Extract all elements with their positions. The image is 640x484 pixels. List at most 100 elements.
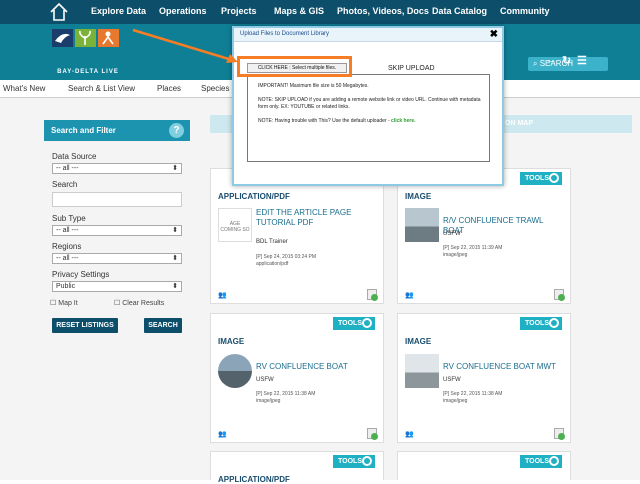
- card-mime: image/jpeg: [443, 252, 468, 258]
- nav-explore-data[interactable]: Explore Data: [91, 6, 146, 16]
- skip-upload-note: NOTE: SKIP UPLOAD if you are adding a re…: [258, 97, 481, 110]
- group-icon[interactable]: 👥: [218, 291, 227, 299]
- map-it-label: Map It: [58, 300, 78, 307]
- nav-photos-videos-docs[interactable]: Photos, Videos, Docs: [337, 6, 429, 16]
- gear-icon: [362, 456, 372, 466]
- map-it-checkbox[interactable]: ☐ Map It: [50, 299, 78, 307]
- nav-maps-gis[interactable]: Maps & GIS: [274, 6, 324, 16]
- tools-button[interactable]: TOOLS: [333, 317, 375, 330]
- card-thumbnail[interactable]: AGE COMING SO: [218, 208, 252, 242]
- gear-icon: [549, 456, 559, 466]
- trouble-note-text: NOTE: Having trouble with This? Use the …: [258, 118, 392, 124]
- card-user: USFW: [256, 377, 274, 383]
- gear-icon: [549, 318, 559, 328]
- gear-icon: [549, 173, 559, 183]
- search-button[interactable]: SEARCH: [144, 318, 182, 333]
- search-filter-panel: Search and Filter ? Data Source -- all -…: [44, 120, 190, 340]
- regions-value: -- all ---: [56, 255, 79, 262]
- bay-delta-logo[interactable]: BAY-DELTA LIVE: [52, 27, 124, 79]
- tools-button[interactable]: TOOLS: [520, 317, 562, 330]
- tab-on-map[interactable]: ON MAP: [505, 120, 533, 127]
- data-source-select[interactable]: -- all --- ⬍: [52, 163, 182, 174]
- result-card[interactable]: TOOLS APPLICATION/PDF: [210, 451, 384, 484]
- select-arrow-icon: ⬍: [172, 227, 178, 234]
- refresh-icon[interactable]: ↻: [562, 54, 571, 67]
- card-mime: application/pdf: [256, 261, 289, 267]
- result-card[interactable]: TOOLS APPLICATION/PDF AGE COMING SO EDIT…: [210, 168, 384, 304]
- logo-text: BAY-DELTA LIVE: [57, 69, 119, 75]
- nav-operations[interactable]: Operations: [159, 6, 207, 16]
- download-icon[interactable]: [367, 289, 378, 301]
- group-icon[interactable]: 👥: [218, 430, 227, 438]
- dialog-title-bar[interactable]: Upload Files to Document Library ✖: [234, 28, 502, 42]
- back-arrow-icon[interactable]: ←: [546, 54, 557, 66]
- trouble-note: NOTE: Having trouble with This? Use the …: [258, 118, 489, 125]
- nav-data-catalog[interactable]: Data Catalog: [432, 6, 487, 16]
- bird-icon: [52, 29, 73, 47]
- data-source-value: -- all ---: [56, 165, 79, 172]
- tools-label: TOOLS: [525, 458, 549, 465]
- card-type: IMAGE: [405, 192, 432, 201]
- result-card[interactable]: TOOLS IMAGE R/V CONFLUENCE TRAWL BOAT US…: [397, 168, 571, 304]
- gear-icon: [362, 318, 372, 328]
- download-icon[interactable]: [554, 428, 565, 440]
- panel-title: Search and Filter: [51, 126, 116, 135]
- search-icon: ⌕: [533, 59, 538, 68]
- file-size-note: IMPORTANT! Maximum file size is 50 Megab…: [258, 83, 369, 89]
- privacy-value: Public: [56, 283, 76, 290]
- tools-label: TOOLS: [338, 458, 362, 465]
- card-date: [P] Sep 22, 2015 11:38 AM: [443, 391, 503, 397]
- download-icon[interactable]: [554, 289, 565, 301]
- card-user: BDL Trainer: [256, 239, 288, 245]
- help-icon[interactable]: ?: [169, 123, 184, 138]
- close-icon[interactable]: ✖: [490, 29, 498, 40]
- tools-label: TOOLS: [525, 320, 549, 327]
- list-icon[interactable]: ☰: [577, 54, 587, 67]
- highlight-box: [237, 56, 352, 77]
- reset-listings-button[interactable]: RESET LISTINGS: [52, 318, 118, 333]
- group-icon[interactable]: 👥: [405, 430, 414, 438]
- card-thumbnail[interactable]: [218, 354, 252, 388]
- card-title[interactable]: EDIT THE ARTICLE PAGE TUTORIAL PDF: [256, 208, 376, 228]
- subtype-select[interactable]: -- all --- ⬍: [52, 225, 182, 236]
- card-type: IMAGE: [405, 337, 432, 346]
- data-source-label: Data Source: [52, 152, 97, 161]
- download-icon[interactable]: [367, 428, 378, 440]
- card-thumbnail[interactable]: [405, 208, 439, 242]
- card-date: [P] Sep 22, 2015 11:39 AM: [443, 245, 503, 251]
- card-user: USFW: [443, 231, 461, 237]
- tools-button[interactable]: TOOLS: [520, 172, 562, 185]
- card-title[interactable]: RV CONFLUENCE BOAT: [256, 362, 376, 372]
- tools-button[interactable]: TOOLS: [520, 455, 562, 468]
- card-mime: image/jpeg: [256, 398, 281, 404]
- group-icon[interactable]: 👥: [405, 291, 414, 299]
- result-card[interactable]: TOOLS IMAGE RV CONFLUENCE BOAT MWT USFW …: [397, 313, 571, 443]
- home-icon[interactable]: [48, 1, 70, 23]
- skip-upload-button[interactable]: SKIP UPLOAD: [388, 65, 435, 72]
- select-arrow-icon: ⬍: [172, 283, 178, 290]
- subnav-whats-new[interactable]: What's New: [3, 84, 45, 93]
- card-date: [P] Sep 22, 2015 11:38 AM: [256, 391, 316, 397]
- default-uploader-link[interactable]: click here.: [391, 118, 415, 124]
- card-title[interactable]: R/V CONFLUENCE TRAWL BOAT: [443, 216, 563, 236]
- card-user: USFW: [443, 377, 461, 383]
- subnav-places[interactable]: Places: [157, 84, 181, 93]
- result-card[interactable]: TOOLS: [397, 451, 571, 480]
- upload-dialog: Upload Files to Document Library ✖ CLICK…: [232, 26, 504, 186]
- card-thumbnail[interactable]: [405, 354, 439, 388]
- nav-community[interactable]: Community: [500, 6, 550, 16]
- top-nav: Explore Data Operations Projects Maps & …: [0, 0, 640, 24]
- search-input[interactable]: [52, 192, 182, 207]
- result-card[interactable]: TOOLS IMAGE RV CONFLUENCE BOAT USFW [P] …: [210, 313, 384, 443]
- subnav-search-list-view[interactable]: Search & List View: [68, 84, 135, 93]
- card-date: [P] Sep 24, 2015 03:24 PM: [256, 254, 317, 260]
- privacy-select[interactable]: Public ⬍: [52, 281, 182, 292]
- clear-results-checkbox[interactable]: ☐ Clear Results: [114, 299, 164, 307]
- card-title[interactable]: RV CONFLUENCE BOAT MWT: [443, 362, 563, 372]
- nav-projects[interactable]: Projects: [221, 6, 257, 16]
- tools-button[interactable]: TOOLS: [333, 455, 375, 468]
- person-icon: [98, 29, 119, 47]
- regions-select[interactable]: -- all --- ⬍: [52, 253, 182, 264]
- regions-label: Regions: [52, 242, 82, 251]
- select-arrow-icon: ⬍: [172, 255, 178, 262]
